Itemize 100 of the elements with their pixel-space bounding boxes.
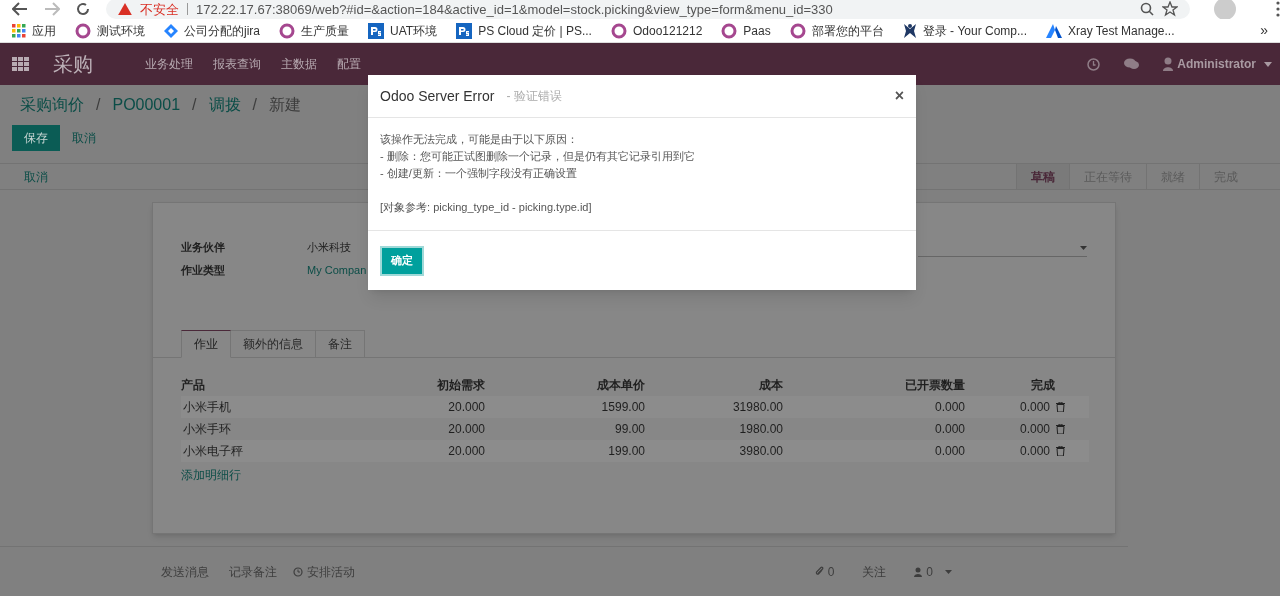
user-menu[interactable]: Administrator [1177, 55, 1256, 74]
bookmark-item[interactable]: UAT环境 [368, 21, 438, 40]
more-bookmarks-button[interactable]: » [1260, 20, 1268, 42]
error-message-line: - 删除：您可能正试图删除一个记录，但是仍有其它记录引用到它 [380, 149, 696, 164]
cancel-button[interactable]: 取消 [24, 167, 48, 186]
user-icon [914, 566, 923, 577]
table-cell-text: 0.000 [1019, 421, 1050, 438]
user-icon [1163, 57, 1174, 72]
table-cell: 1599.00 [601, 400, 645, 414]
column-header[interactable]: 已开票数量 [905, 378, 965, 392]
bookmark-item[interactable]: 应用 [12, 21, 56, 40]
breadcrumb-separator: / [192, 95, 197, 116]
ring-icon [279, 22, 295, 39]
breadcrumb-separator: / [252, 95, 257, 116]
square-logo-icon [368, 22, 384, 39]
bookmark-item[interactable]: Paas [721, 21, 771, 40]
table-cell: 小米手机 [183, 400, 231, 414]
form-tab[interactable]: 额外的信息 [231, 330, 316, 358]
back-arrow-icon[interactable] [12, 2, 28, 17]
bookmark-item[interactable]: 测试环境 [75, 21, 145, 40]
form-tab[interactable]: 备注 [316, 330, 365, 358]
field-label: 业务伙伴 [181, 240, 226, 255]
breadcrumb-link[interactable]: 采购询价 [20, 93, 84, 118]
column-header[interactable]: 成本 [759, 378, 783, 392]
caret-down-icon [945, 569, 952, 574]
caret-down-icon [1080, 245, 1087, 250]
reload-icon[interactable] [76, 2, 90, 17]
followers-button[interactable]: 0 [914, 562, 952, 581]
bookmark-item[interactable]: 部署您的平台 [789, 21, 884, 40]
attachments-button[interactable]: 0 [814, 562, 835, 581]
ring-icon [789, 22, 806, 39]
table-cell: 小米手环 [183, 422, 231, 436]
trash-icon[interactable] [1056, 424, 1065, 434]
schedule-activity-link[interactable]: 安排活动 [293, 562, 355, 581]
caret-down-icon [1264, 61, 1272, 67]
breadcrumb-current: 新建 [268, 95, 301, 116]
form-tab[interactable]: 作业 [181, 330, 231, 358]
log-note-link[interactable]: 记录备注 [229, 562, 277, 581]
clock-icon[interactable] [1087, 57, 1101, 71]
close-button[interactable]: × [894, 88, 904, 104]
table-cell: 1980.00 [739, 422, 783, 436]
table-cell: 20.000 [448, 444, 485, 458]
table-cell: 3980.00 [739, 444, 783, 458]
discard-button[interactable]: 取消 [72, 129, 96, 148]
breadcrumb-link[interactable]: 调拨 [208, 93, 241, 118]
table-cell: 31980.00 [732, 400, 783, 414]
ring-icon [610, 22, 627, 39]
status-stage[interactable]: 草稿 [1016, 164, 1069, 189]
ok-button[interactable]: 确定 [380, 245, 424, 276]
send-message-link[interactable]: 发送消息 [161, 562, 209, 581]
field-label: 作业类型 [181, 262, 226, 278]
object-reference: [对象参考: picking_type_id - picking.type.id] [380, 200, 593, 215]
table-cell: 199.00 [608, 444, 645, 458]
trash-icon[interactable] [1056, 402, 1065, 412]
more-vertical-icon[interactable] [1276, 1, 1280, 18]
warning-icon [118, 3, 132, 16]
bookmark-item[interactable]: 生产质量 [279, 21, 349, 40]
bookmark-item[interactable]: Xray Test Manage... [1046, 21, 1175, 40]
nav-menu-item[interactable]: 主数据 [281, 55, 317, 74]
figure-icon [902, 22, 917, 39]
breadcrumb-link[interactable]: PO00001 [112, 93, 181, 118]
table-cell: 20.000 [448, 400, 485, 414]
nav-menu-item[interactable]: 业务处理 [145, 55, 193, 74]
table-cell: 0.000 [934, 444, 965, 458]
breadcrumb-separator: / [96, 95, 101, 116]
chat-bubbles-icon[interactable] [1124, 58, 1140, 71]
save-button[interactable]: 保存 [12, 125, 60, 152]
ring-icon [721, 22, 738, 39]
table-cell-text: 0.000 [1019, 399, 1050, 416]
error-message-line: 该操作无法完成，可能是由于以下原因： [380, 132, 579, 147]
triangle-logo-icon [1046, 23, 1062, 38]
bookmark-item[interactable]: 公司分配的jira [164, 21, 260, 40]
dialog-subtitle: - 验证错误 [506, 88, 562, 105]
field-value[interactable]: My Compan [307, 261, 367, 278]
table-cell: 20.000 [448, 422, 485, 436]
clock-icon [293, 566, 303, 577]
table-cell: 小米电子秤 [183, 444, 243, 458]
bookmark-item[interactable]: PS Cloud 定价 | PS... [456, 21, 592, 40]
bookmark-item[interactable]: Odoo121212 [610, 21, 703, 40]
column-header[interactable]: 成本单价 [597, 378, 645, 392]
address-bar[interactable]: 不安全 172.22.17.67:38069/web?#id=&action=184&active_id=1&model=stock.picking&view_type=form&menu_id=330 [106, 0, 1190, 19]
star-icon[interactable] [1162, 1, 1178, 18]
follow-button[interactable]: 关注 [862, 562, 887, 581]
column-header[interactable]: 完成 [1031, 378, 1055, 392]
trash-icon[interactable] [1056, 446, 1065, 456]
square-logo-icon [456, 22, 473, 39]
apps-menu-icon[interactable] [12, 57, 29, 72]
column-header[interactable]: 初始需求 [437, 378, 485, 392]
column-header[interactable]: 产品 [181, 378, 205, 392]
search-icon[interactable] [1140, 2, 1154, 17]
nav-menu-item[interactable]: 配置 [337, 55, 361, 74]
ring-icon [75, 22, 91, 39]
add-line-link[interactable]: 添加明细行 [181, 466, 241, 484]
url-text: 172.22.17.67:38069/web?#id=&action=184&active_id=1&model=stock.picking&view_type=form&menu_id=330 [196, 0, 833, 19]
paperclip-icon [814, 566, 824, 577]
apps-grid-icon [12, 23, 26, 38]
nav-menu-item[interactable]: 报表查询 [213, 55, 261, 74]
table-cell: 0.000 [934, 400, 965, 414]
table-cell-text: 0.000 [1019, 443, 1050, 460]
bookmark-item[interactable]: 登录 - Your Comp... [902, 21, 1027, 40]
